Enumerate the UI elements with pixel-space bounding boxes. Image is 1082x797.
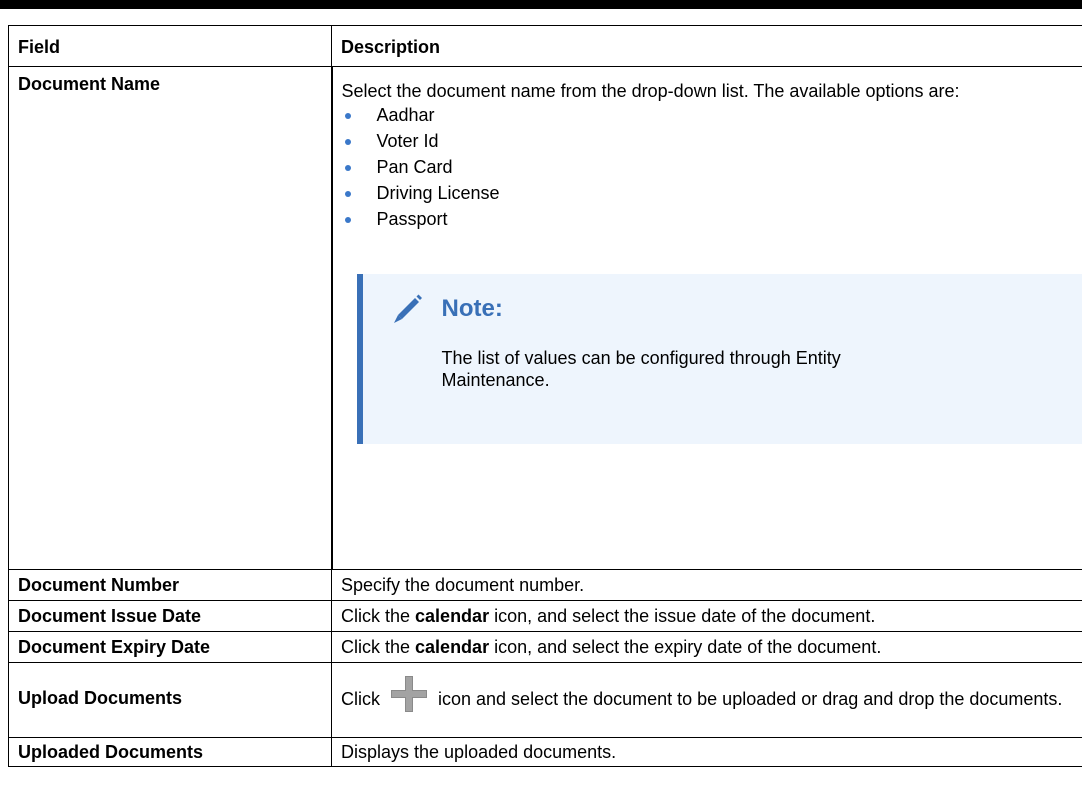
description-text: Click icon and select the document to be… xyxy=(332,663,1082,714)
field-name: Uploaded Documents xyxy=(18,742,204,762)
options-list: Aadhar Voter Id Pan Card Driving License… xyxy=(342,102,1082,232)
header-description: Description xyxy=(341,37,441,57)
description-cell: Select the document name from the drop-d… xyxy=(333,67,1082,444)
description-text: Displays the uploaded documents. xyxy=(341,742,617,762)
table-row: Document Expiry Date Click the calendar … xyxy=(8,631,1082,663)
intro-text: Select the document name from the drop-d… xyxy=(341,81,960,101)
table-header-row: Field Description xyxy=(8,25,1082,67)
field-name: Document Name xyxy=(18,74,161,94)
note-box: Note: The list of values can be configur… xyxy=(356,274,1082,444)
field-name: Upload Documents xyxy=(18,688,183,708)
pencil-icon xyxy=(393,294,422,323)
table-row: Document Number Specify the document num… xyxy=(8,569,1082,601)
header-field: Field xyxy=(18,37,61,57)
table-row: Document Name Select the document name f… xyxy=(8,66,1082,570)
field-name: Document Issue Date xyxy=(18,606,202,626)
list-item: Voter Id xyxy=(342,128,1082,154)
bullet-icon xyxy=(344,217,351,223)
description-text: Specify the document number. xyxy=(341,575,585,595)
plus-icon xyxy=(391,676,427,712)
description-text: Click the calendar icon, and select the … xyxy=(341,637,882,657)
note-title: Note: xyxy=(441,295,503,322)
bullet-icon xyxy=(344,165,351,171)
table-row: Upload Documents Click icon and select t… xyxy=(8,662,1082,738)
description-text: Click the calendar icon, and select the … xyxy=(341,606,876,626)
bullet-icon xyxy=(344,191,351,197)
field-name: Document Number xyxy=(18,575,180,595)
bullet-icon xyxy=(344,139,351,145)
list-item: Driving License xyxy=(342,180,1082,206)
table-row: Uploaded Documents Displays the uploaded… xyxy=(8,737,1082,767)
table-row: Document Issue Date Click the calendar i… xyxy=(8,600,1082,632)
top-rule xyxy=(0,0,1082,9)
bullet-icon xyxy=(344,113,351,119)
field-name: Document Expiry Date xyxy=(18,637,211,657)
note-text: The list of values can be configured thr… xyxy=(441,348,841,390)
list-item: Pan Card xyxy=(342,154,1082,180)
list-item: Passport xyxy=(342,206,1082,232)
field-description-table: Field Description Document Name Select t… xyxy=(8,25,1082,767)
list-item: Aadhar xyxy=(342,102,1082,128)
